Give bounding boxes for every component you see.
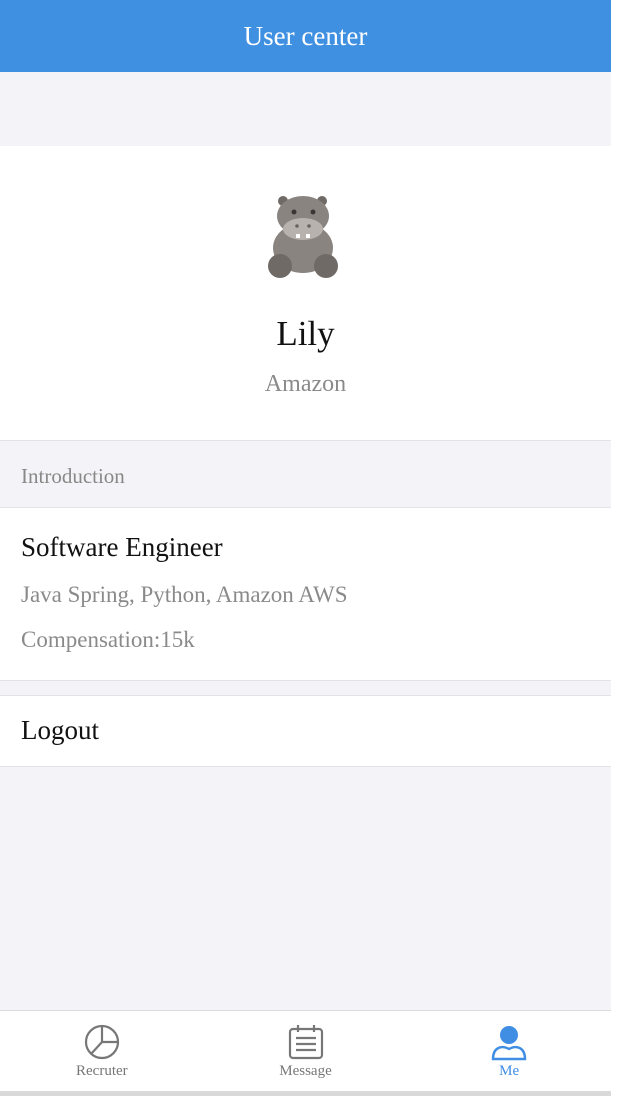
- logout-button[interactable]: Logout: [0, 695, 611, 767]
- window-edge: [611, 0, 620, 1096]
- profile-company: Amazon: [264, 371, 347, 397]
- calendar-icon: [288, 1025, 323, 1060]
- introduction-card: Software Engineer Java Spring, Python, A…: [0, 507, 611, 681]
- user-icon: [491, 1026, 527, 1061]
- app-screen: User center Lily Amazon Introduction Sof…: [0, 0, 611, 1096]
- tab-me[interactable]: Me: [407, 1011, 611, 1091]
- pie-chart-icon: [84, 1024, 119, 1060]
- tab-recruter[interactable]: Recruter: [0, 1011, 204, 1091]
- navbar-title: User center: [243, 20, 368, 51]
- introduction-header: Introduction: [21, 464, 125, 488]
- tab-message-label: Message: [279, 1063, 332, 1079]
- profile-card: Lily Amazon: [0, 146, 611, 441]
- tab-me-label: Me: [499, 1063, 520, 1079]
- tab-message[interactable]: Message: [204, 1011, 408, 1091]
- tab-recruter-label: Recruter: [76, 1063, 128, 1079]
- bottom-divider: [0, 1091, 611, 1096]
- skills-text: Java Spring, Python, Amazon AWS: [21, 582, 348, 607]
- profile-name: Lily: [276, 314, 335, 353]
- navbar: User center: [0, 0, 611, 72]
- hippo-avatar-icon: [268, 196, 338, 278]
- compensation-text: Compensation:15k: [21, 627, 195, 652]
- logout-label: Logout: [21, 715, 99, 745]
- tab-bar: Recruter Message Me: [0, 1010, 611, 1091]
- job-title: Software Engineer: [21, 532, 223, 562]
